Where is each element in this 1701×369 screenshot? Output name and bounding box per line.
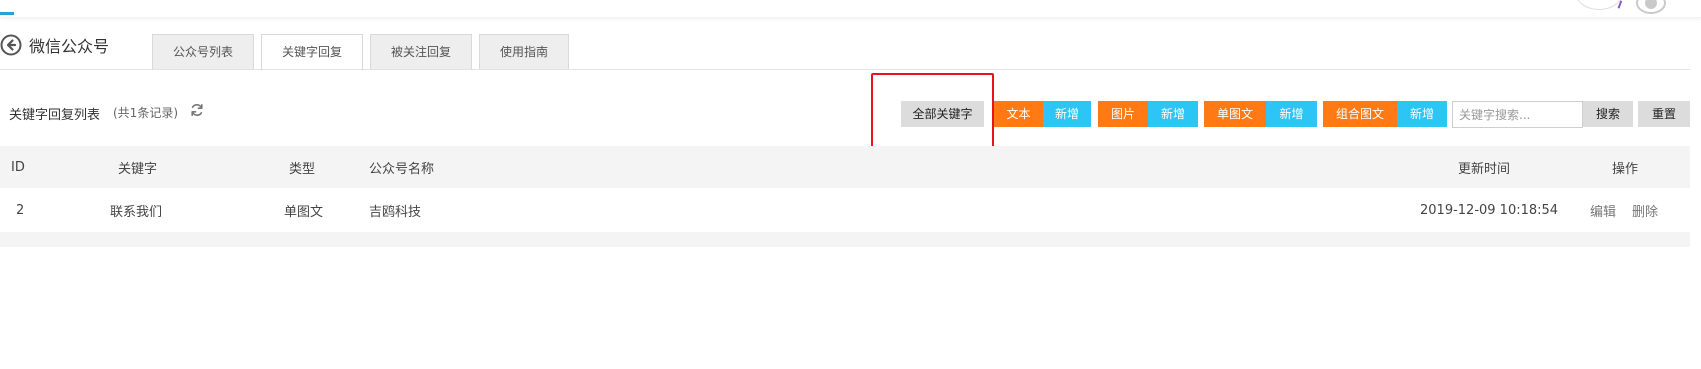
table-row: 2 联系我们 单图文 吉鸥科技 2019-12-09 10:18:54 编辑 删… <box>0 188 1690 232</box>
refresh-icon[interactable] <box>190 103 204 117</box>
single-news-filter-button[interactable]: 单图文 <box>1204 101 1266 127</box>
cell-keyword: 联系我们 <box>110 204 163 220</box>
list-title: 关键字回复列表 <box>9 108 101 123</box>
column-header-keyword: 关键字 <box>118 161 158 177</box>
tab-account-list[interactable]: 公众号列表 <box>152 34 255 70</box>
user-avatar-icon[interactable] <box>1636 0 1666 14</box>
image-filter-button[interactable]: 图片 <box>1098 101 1148 127</box>
cell-updated: 2019-12-09 10:18:54 <box>1420 202 1559 218</box>
page-header: 微信公众号 <box>0 34 109 56</box>
table-header: ID 关键字 类型 公众号名称 更新时间 操作 <box>0 146 1690 188</box>
page-title: 微信公众号 <box>29 37 110 56</box>
tab-user-guide[interactable]: 使用指南 <box>479 34 570 70</box>
top-bar <box>0 0 1701 18</box>
column-header-updated: 更新时间 <box>1458 161 1511 177</box>
column-header-type: 类型 <box>289 161 316 177</box>
keyword-search-input[interactable] <box>1452 101 1583 128</box>
column-header-id: ID <box>11 159 25 175</box>
bubble-accent-mark <box>1614 0 1623 9</box>
search-button[interactable]: 搜索 <box>1583 101 1633 127</box>
text-filter-button[interactable]: 文本 <box>994 101 1043 127</box>
record-count: (共1条记录) <box>113 106 178 120</box>
column-header-account: 公众号名称 <box>369 161 435 177</box>
cell-account: 吉鸥科技 <box>369 204 422 220</box>
back-arrow-circle-icon[interactable] <box>0 34 22 56</box>
cell-actions: 编辑 删除 <box>1590 188 1674 232</box>
add-multi-news-button[interactable]: 新增 <box>1397 101 1447 127</box>
all-keywords-button[interactable]: 全部关键字 <box>901 101 984 127</box>
add-text-button[interactable]: 新增 <box>1043 101 1091 127</box>
delete-link[interactable]: 删除 <box>1632 201 1658 220</box>
multi-news-filter-button[interactable]: 组合图文 <box>1323 101 1397 127</box>
add-single-news-button[interactable]: 新增 <box>1266 101 1317 127</box>
cell-id: 2 <box>16 202 25 218</box>
tab-bar: 公众号列表 关键字回复 被关注回复 使用指南 <box>152 34 576 71</box>
cell-type: 单图文 <box>284 204 324 220</box>
top-left-accent <box>0 12 14 15</box>
edit-link[interactable]: 编辑 <box>1590 201 1616 220</box>
tab-follow-reply[interactable]: 被关注回复 <box>370 34 473 70</box>
table-footer-strip <box>0 232 1690 247</box>
reset-button[interactable]: 重置 <box>1638 101 1690 127</box>
tab-keyword-reply[interactable]: 关键字回复 <box>261 34 364 71</box>
keyword-reply-table: ID 关键字 类型 公众号名称 更新时间 操作 2 联系我们 单图文 吉鸥科技 … <box>0 146 1690 247</box>
add-image-button[interactable]: 新增 <box>1148 101 1198 127</box>
tabs-divider <box>0 69 1690 70</box>
column-header-actions: 操作 <box>1612 161 1639 177</box>
